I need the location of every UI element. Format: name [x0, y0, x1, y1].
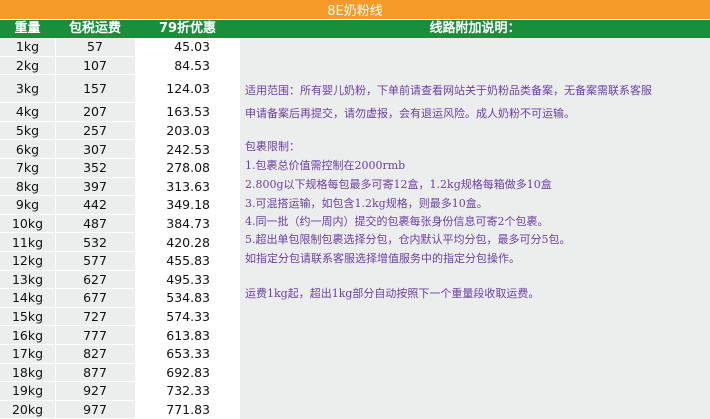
cell-tax-freight: 727 [55, 307, 136, 326]
cell-weight: 17kg [0, 344, 56, 363]
cell-discount: 278.08 [135, 158, 240, 177]
table-row: 1kg 57 45.03 [0, 38, 240, 57]
cell-discount: 653.33 [135, 344, 240, 363]
cell-discount: 242.53 [135, 140, 240, 158]
cell-weight: 14kg [0, 289, 56, 307]
table-row: 6kg 307 242.53 [0, 140, 240, 159]
table-row: 3kg 157 124.03 [0, 75, 240, 104]
cell-discount: 384.73 [135, 214, 240, 233]
table-row: 16kg 777 613.83 [0, 326, 240, 345]
table-row: 20kg 977 771.83 [0, 400, 240, 419]
table-row: 10kg 487 384.73 [0, 214, 240, 234]
note-split-instruction: 如指定分包请联系客服选择增值服务中的指定分包操作。 [245, 252, 520, 265]
cell-weight: 15kg [0, 307, 56, 326]
cell-discount: 45.03 [135, 38, 240, 56]
cell-discount: 84.53 [135, 56, 240, 75]
cell-weight: 9kg [0, 196, 56, 214]
table-row: 18kg 877 692.83 [0, 363, 240, 383]
cell-tax-freight: 397 [55, 177, 136, 196]
cell-discount: 203.03 [135, 121, 240, 140]
header-notes: 线路附加说明： [429, 21, 521, 36]
cell-weight: 5kg [0, 121, 56, 140]
table-row: 5kg 257 203.03 [0, 121, 240, 141]
cell-tax-freight: 532 [55, 233, 136, 251]
cell-discount: 455.83 [135, 251, 240, 270]
cell-weight: 10kg [0, 214, 56, 233]
price-sheet: 8E奶粉线 重量 包税运费 79折优惠 线路附加说明： 1kg 57 45.03 2k… [0, 0, 710, 419]
cell-tax-freight: 777 [55, 326, 136, 344]
note-limit-2: 2.800g以下规格每包最多可寄12盒，1.2kg规格每箱做多10盒 [245, 178, 552, 191]
note-limit-4: 4.同一批（约一周内）提交的包裹每张身份信息可寄2个包裹。 [245, 215, 549, 228]
cell-tax-freight: 442 [55, 196, 136, 214]
table-row: 11kg 532 420.28 [0, 233, 240, 252]
table-row: 8kg 397 313.63 [0, 177, 240, 197]
cell-discount: 574.33 [135, 307, 240, 326]
cell-weight: 2kg [0, 56, 56, 75]
cell-weight: 11kg [0, 233, 56, 251]
cell-tax-freight: 577 [55, 251, 136, 270]
cell-discount: 534.83 [135, 289, 240, 307]
cell-tax-freight: 352 [55, 158, 136, 177]
cell-discount: 313.63 [135, 177, 240, 196]
cell-tax-freight: 257 [55, 121, 136, 140]
table-row: 17kg 827 653.33 [0, 344, 240, 364]
note-scope-line-2: 申请备案后再提交，请勿虚报，会有退运风险。成人奶粉不可运输。 [245, 107, 575, 120]
cell-tax-freight: 107 [55, 56, 136, 75]
cell-tax-freight: 207 [55, 103, 136, 121]
cell-weight: 12kg [0, 251, 56, 270]
header-tax-freight: 包税运费 [68, 21, 121, 36]
cell-tax-freight: 627 [55, 270, 136, 289]
sheet-title: 8E奶粉线 [0, 0, 710, 20]
cell-discount: 692.83 [135, 363, 240, 382]
table-row: 9kg 442 349.18 [0, 196, 240, 215]
note-limit-3: 3.可混搭运输，如包含1.2kg规格，则最多10盒。 [245, 197, 488, 210]
note-freight-rule: 运费1kg起，超出1kg部分自动按照下一个重量段收取运费。 [245, 287, 540, 300]
cell-tax-freight: 977 [55, 400, 136, 419]
table-row: 4kg 207 163.53 [0, 103, 240, 122]
cell-weight: 8kg [0, 177, 56, 196]
note-limit-5: 5.超出单包限制包裹选择分包，仓内默认平均分包，最多可分5包。 [245, 233, 571, 246]
cell-tax-freight: 57 [55, 38, 136, 56]
cell-weight: 13kg [0, 270, 56, 289]
table-row: 19kg 927 732.33 [0, 382, 240, 401]
note-limits-title: 包裹限制： [245, 140, 300, 153]
table-row: 12kg 577 455.83 [0, 251, 240, 271]
cell-tax-freight: 927 [55, 382, 136, 400]
cell-weight: 7kg [0, 158, 56, 177]
cell-weight: 19kg [0, 382, 56, 400]
cell-tax-freight: 877 [55, 363, 136, 382]
cell-weight: 6kg [0, 140, 56, 158]
cell-weight: 16kg [0, 326, 56, 344]
table-row: 14kg 677 534.83 [0, 289, 240, 308]
cell-discount: 420.28 [135, 233, 240, 251]
cell-weight: 3kg [0, 75, 56, 103]
cell-discount: 349.18 [135, 196, 240, 214]
cell-discount: 771.83 [135, 400, 240, 419]
cell-weight: 4kg [0, 103, 56, 121]
table-row: 2kg 107 84.53 [0, 56, 240, 76]
rate-table: 1kg 57 45.03 2kg 107 84.53 3kg 157 124.03 4kg 207 1… [0, 38, 240, 419]
table-row: 15kg 727 574.33 [0, 307, 240, 327]
cell-discount: 613.83 [135, 326, 240, 344]
cell-tax-freight: 157 [55, 75, 136, 103]
table-row: 7kg 352 278.08 [0, 158, 240, 178]
cell-tax-freight: 307 [55, 140, 136, 158]
note-scope-line-1: 适用范围：所有婴儿奶粉，下单前请查看网站关于奶粉品类备案，无备案需联系客服 [245, 84, 652, 97]
header-row: 重量 包税运费 79折优惠 线路附加说明： [0, 20, 710, 38]
cell-weight: 20kg [0, 400, 56, 419]
cell-weight: 1kg [0, 38, 56, 56]
cell-weight: 18kg [0, 363, 56, 382]
header-discount: 79折优惠 [158, 21, 217, 36]
notes-panel: 适用范围：所有婴儿奶粉，下单前请查看网站关于奶粉品类备案，无备案需联系客服 申请… [240, 38, 710, 412]
cell-tax-freight: 677 [55, 289, 136, 307]
note-limit-1: 1.包裹总价值需控制在2000rmb [245, 159, 406, 172]
cell-discount: 732.33 [135, 382, 240, 400]
cell-discount: 163.53 [135, 103, 240, 121]
cell-tax-freight: 827 [55, 344, 136, 363]
cell-discount: 495.33 [135, 270, 240, 289]
cell-tax-freight: 487 [55, 214, 136, 233]
cell-discount: 124.03 [135, 75, 240, 103]
table-row: 13kg 627 495.33 [0, 270, 240, 290]
header-weight: 重量 [14, 21, 41, 36]
